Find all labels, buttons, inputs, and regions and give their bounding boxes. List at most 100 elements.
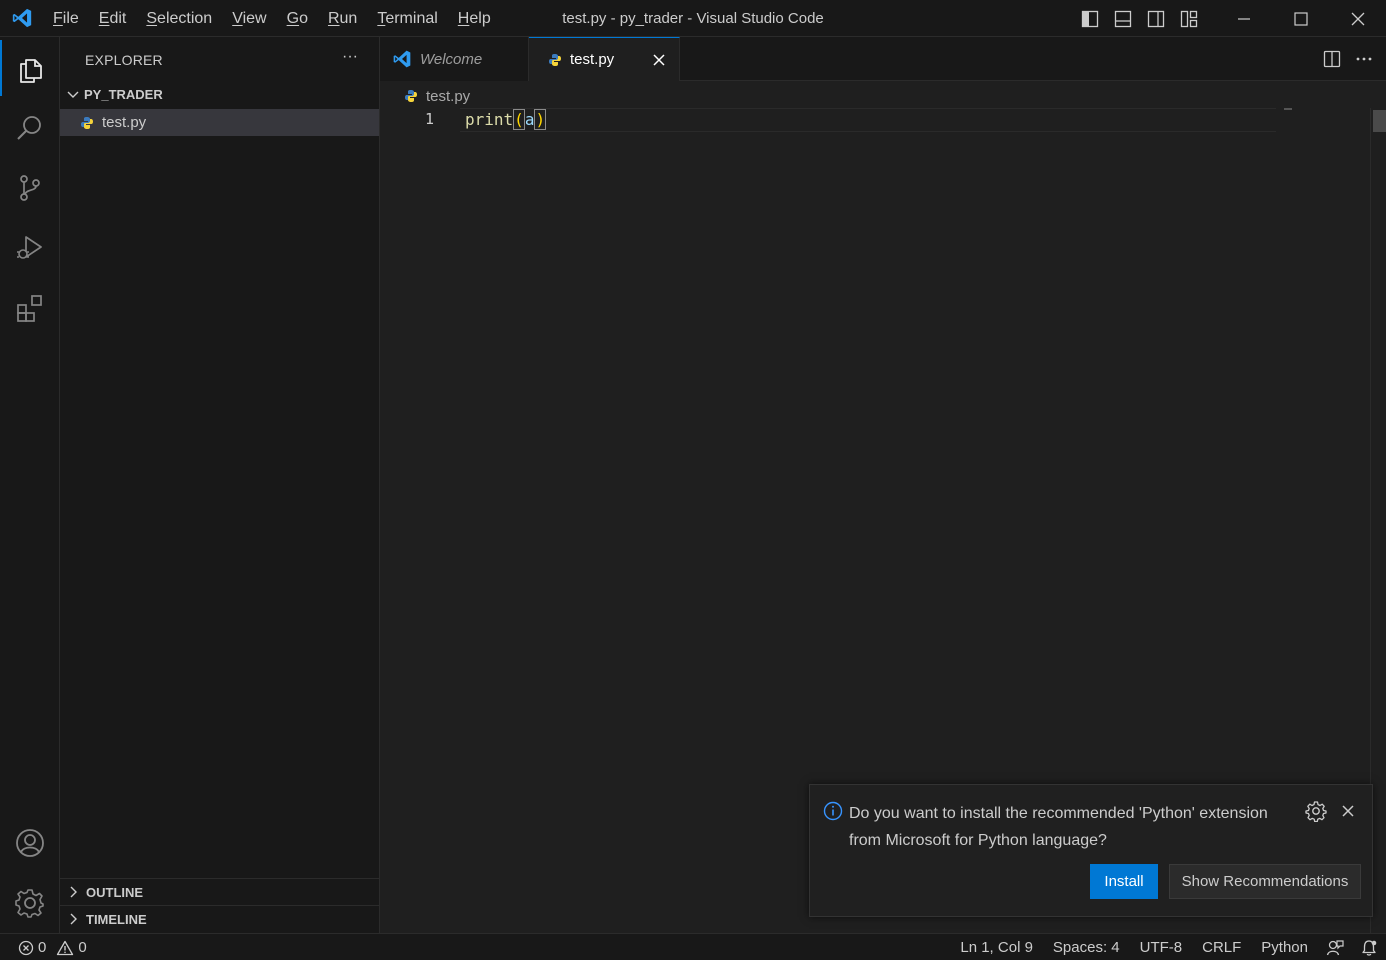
section-timeline[interactable]: TIMELINE	[60, 905, 379, 932]
notifications-button[interactable]	[1352, 934, 1386, 960]
run-debug-icon	[17, 236, 42, 259]
chevron-down-icon	[67, 91, 79, 98]
extensions-icon	[17, 295, 42, 322]
info-icon	[823, 801, 843, 821]
layout-customize-icon	[1180, 10, 1197, 27]
sidebar-header: EXPLORER ···	[60, 37, 379, 81]
chevron-right-icon	[70, 913, 77, 925]
encoding[interactable]: UTF-8	[1130, 934, 1193, 960]
notification-close-button[interactable]	[1337, 800, 1359, 822]
section-timeline-label: TIMELINE	[86, 911, 147, 927]
source-control-icon	[20, 175, 40, 201]
layout-sidebar-left-icon	[1081, 10, 1098, 27]
activity-search[interactable]	[0, 100, 60, 156]
status-bar-right: Ln 1, Col 9 Spaces: 4 UTF-8 CRLF Python	[950, 934, 1386, 960]
activity-explorer[interactable]	[0, 40, 60, 96]
menu-view[interactable]: View	[222, 0, 276, 37]
title-controls	[1073, 0, 1386, 37]
tab-test-py[interactable]: test.py	[529, 37, 680, 81]
code-line[interactable]: print(a)	[465, 109, 547, 131]
maximize-icon	[1293, 11, 1308, 26]
close-icon	[1351, 12, 1364, 25]
toggle-primary-sidebar-button[interactable]	[1073, 0, 1106, 37]
feedback-button[interactable]	[1318, 934, 1352, 960]
breadcrumb-file: test.py	[426, 87, 471, 105]
code-bracket-open: (	[513, 109, 525, 130]
activity-manage[interactable]	[0, 875, 60, 931]
language-mode[interactable]: Python	[1251, 934, 1318, 960]
editor-more-actions-button[interactable]	[1352, 47, 1376, 71]
tab-welcome[interactable]: Welcome	[380, 37, 529, 81]
current-line-highlight	[460, 108, 1276, 132]
tab-close-button[interactable]	[649, 50, 669, 70]
tab-welcome-label: Welcome	[420, 50, 483, 68]
file-label: test.py	[102, 114, 147, 131]
minimize-icon	[1237, 17, 1250, 20]
gear-icon	[1305, 801, 1327, 823]
minimize-button[interactable]	[1215, 0, 1272, 37]
account-icon	[16, 829, 44, 857]
notification-settings-button[interactable]	[1305, 800, 1327, 823]
menu-selection[interactable]: Selection	[136, 0, 222, 37]
toggle-panel-button[interactable]	[1106, 0, 1139, 37]
activity-source-control[interactable]	[0, 160, 60, 216]
section-outline[interactable]: OUTLINE	[60, 878, 379, 905]
layout-panel-icon	[1114, 10, 1131, 27]
code-bracket-close: )	[534, 109, 547, 130]
python-file-icon	[549, 53, 561, 66]
menu-help[interactable]: Help	[448, 0, 501, 37]
toggle-secondary-sidebar-button[interactable]	[1139, 0, 1172, 37]
menu-terminal[interactable]: Terminal	[367, 0, 447, 37]
editor-tab-bar: Welcome test.py	[380, 37, 1386, 81]
notification-message: Do you want to install the recommended '…	[849, 805, 1268, 849]
minimap[interactable]	[1284, 108, 1292, 110]
install-button[interactable]: Install	[1090, 864, 1158, 899]
customize-layout-button[interactable]	[1172, 0, 1205, 37]
status-bar: 0 0 Ln 1, Col 9 Spaces: 4 UTF-8 CRLF Pyt…	[0, 933, 1386, 960]
activity-accounts[interactable]	[0, 815, 60, 871]
file-item-test-py[interactable]: test.py	[60, 109, 379, 136]
activity-bar	[0, 37, 60, 933]
activity-extensions[interactable]	[0, 280, 60, 336]
close-icon	[653, 54, 665, 66]
split-editor-icon	[1323, 50, 1341, 68]
problems-indicator[interactable]: 0 0	[18, 934, 87, 960]
explorer-icon	[20, 59, 42, 83]
maximize-button[interactable]	[1272, 0, 1329, 37]
show-recommendations-button[interactable]: Show Recommendations	[1169, 864, 1361, 899]
menu-go[interactable]: Go	[277, 0, 318, 37]
menu-file[interactable]: File	[43, 0, 89, 37]
end-of-line[interactable]: CRLF	[1192, 934, 1251, 960]
chevron-right-icon	[70, 886, 77, 898]
error-icon	[18, 940, 34, 955]
code-argument: a	[524, 110, 535, 129]
line-number: 1	[424, 110, 434, 128]
vscode-logo-icon	[393, 50, 411, 68]
feedback-icon	[1326, 939, 1344, 955]
cursor-position[interactable]: Ln 1, Col 9	[950, 934, 1043, 960]
menu-run[interactable]: Run	[318, 0, 367, 37]
bell-icon	[1362, 939, 1377, 956]
split-editor-button[interactable]	[1320, 47, 1344, 71]
tab-test-py-label: test.py	[570, 51, 615, 68]
more-actions-button[interactable]: ···	[338, 47, 362, 71]
activity-run-debug[interactable]	[0, 220, 60, 276]
scrollbar-thumb[interactable]	[1373, 110, 1386, 132]
error-count: 0	[38, 939, 47, 956]
breadcrumb[interactable]: test.py	[404, 85, 470, 107]
search-icon	[17, 116, 41, 140]
layout-sidebar-right-icon	[1147, 10, 1164, 27]
indentation[interactable]: Spaces: 4	[1043, 934, 1130, 960]
warning-count: 0	[78, 939, 87, 956]
editor-actions	[1320, 47, 1376, 71]
folder-py-trader[interactable]: PY_TRADER	[60, 82, 379, 106]
menu-edit[interactable]: Edit	[89, 0, 137, 37]
manage-gear-icon	[15, 889, 44, 918]
warning-icon	[57, 940, 74, 955]
close-icon	[1342, 805, 1354, 817]
python-file-icon	[405, 90, 417, 102]
close-window-button[interactable]	[1329, 0, 1386, 37]
sidebar-title: EXPLORER	[85, 52, 163, 68]
folder-label: PY_TRADER	[84, 86, 163, 102]
extension-recommendation-notification: Do you want to install the recommended '…	[809, 784, 1373, 917]
